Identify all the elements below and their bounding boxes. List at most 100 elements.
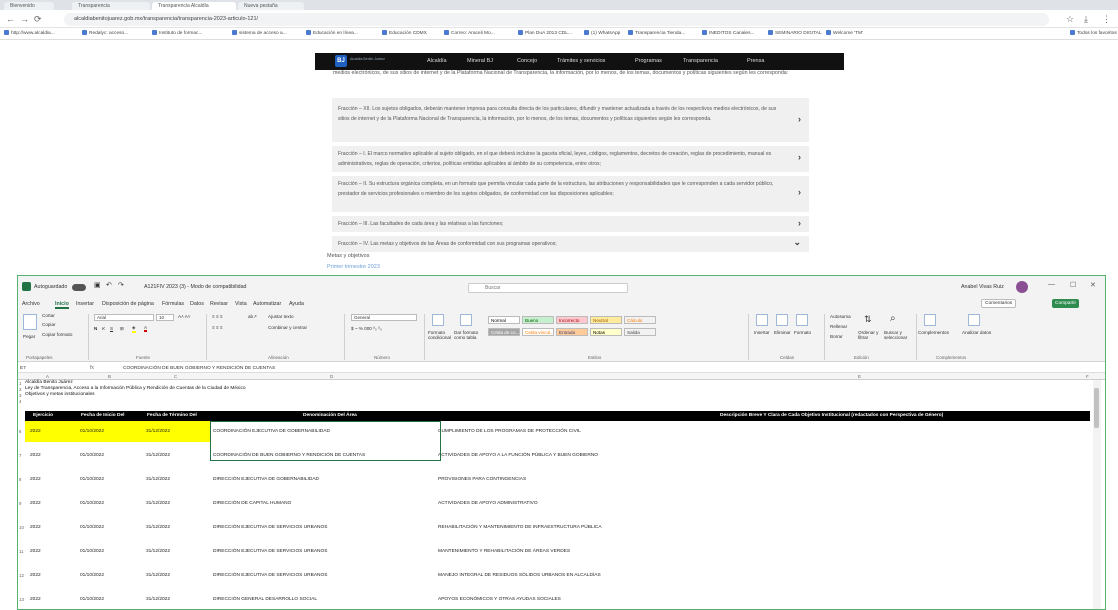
cell-end[interactable]: 31/12/2022	[146, 565, 170, 586]
nav-concejo[interactable]: Concejo	[517, 57, 537, 65]
orientation-icon[interactable]: ab↗	[248, 314, 257, 320]
column-title-ejercicio[interactable]: Ejercicio	[33, 411, 53, 421]
tab-disposicion[interactable]: Disposición de página	[102, 300, 154, 308]
fill-color-icon[interactable]: ◈	[132, 325, 136, 333]
cell-start[interactable]: 01/10/2022	[80, 469, 104, 490]
sort-filter-icon[interactable]: ⇅	[864, 314, 872, 325]
tab-revisar[interactable]: Revisar	[210, 300, 228, 308]
column-header[interactable]: E	[858, 373, 861, 380]
worksheet-grid[interactable]: 1 Alcaldía Benito Juárez 2 Ley de Transp…	[18, 380, 1090, 609]
delete-cells-icon[interactable]	[776, 314, 788, 326]
cell-style-7[interactable]: Entrada	[556, 328, 588, 336]
bookmark[interactable]: Instituto de formac...	[152, 30, 202, 38]
tab-ayuda[interactable]: Ayuda	[289, 300, 304, 308]
avatar[interactable]	[1016, 281, 1028, 293]
back-icon[interactable]: ←	[6, 14, 15, 24]
grow-font-icon[interactable]: A˄ A˅	[178, 314, 191, 319]
cell-end[interactable]: 31/12/2022	[146, 589, 170, 609]
cell-year[interactable]: 2022	[30, 541, 41, 562]
cell-end[interactable]: 31/12/2022	[146, 541, 170, 562]
cell-end[interactable]: 31/12/2022	[146, 445, 170, 466]
bookmark[interactable]: Transparencia Tienda...	[628, 30, 685, 38]
find-select-button[interactable]: Buscar y seleccionar	[884, 330, 910, 340]
addins-icon[interactable]	[924, 314, 936, 326]
cell-style-6[interactable]: Celda vincul...	[522, 328, 554, 336]
browser-tab[interactable]: Transparencia	[72, 2, 150, 10]
trimestre-link[interactable]: Primer trimestre 2023	[327, 264, 380, 270]
merge-center-button[interactable]: Combinar y centrar	[268, 325, 307, 330]
cell-start[interactable]: 01/10/2022	[80, 565, 104, 586]
format-as-table-icon[interactable]	[460, 314, 472, 326]
nav-tramites[interactable]: Trámites y servicios	[557, 57, 605, 65]
star-icon[interactable]: ☆	[1066, 14, 1074, 24]
cell-year[interactable]: 2022	[30, 445, 41, 466]
column-header[interactable]: D	[330, 373, 333, 380]
fx-icon[interactable]: fx	[90, 365, 94, 372]
excel-search-input[interactable]: Buscar	[468, 283, 628, 293]
close-icon[interactable]: ✕	[1090, 281, 1096, 289]
cell-area[interactable]: DIRECCIÓN EJECUTIVA DE GOBERNABILIDAD	[213, 469, 319, 490]
cell-desc[interactable]: MANTENIMIENTO Y REHABILITACIÓN DE ÁREAS …	[438, 541, 570, 562]
border-icon[interactable]: ⊞	[120, 326, 124, 332]
insert-cells-icon[interactable]	[756, 314, 768, 326]
cell-desc[interactable]: CUMPLIMIENTO DE LOS PROGRAMAS DE PROTECC…	[438, 421, 581, 442]
cell-style-1[interactable]: Bueno	[522, 316, 554, 324]
delete-cells-button[interactable]: Eliminar	[774, 330, 791, 335]
bookmark-all[interactable]: Todos los favoritos	[1070, 30, 1117, 38]
accordion-fraccion-ii[interactable]: Fracción – II. Su estructura orgánica co…	[332, 176, 809, 212]
save-icon[interactable]: ▣	[94, 282, 101, 290]
nav-mineral[interactable]: Mineral BJ	[467, 57, 493, 65]
cell-area[interactable]: DIRECCIÓN DE CAPITAL HUMANO	[213, 493, 291, 514]
cut-button[interactable]: Cortar	[42, 313, 55, 318]
bookmark[interactable]: Educación en línea...	[306, 30, 358, 38]
wrap-text-button[interactable]: Ajustar texto	[268, 314, 294, 319]
nav-programas[interactable]: Programas	[635, 57, 662, 65]
bookmark[interactable]: sistema de acceso a...	[232, 30, 287, 38]
nav-alcaldia[interactable]: Alcaldía	[427, 57, 447, 65]
autosave-toggle[interactable]	[72, 284, 86, 291]
tab-datos[interactable]: Datos	[190, 300, 204, 308]
bookmark[interactable]: INEDITOS Canales...	[702, 30, 755, 38]
tab-automatizar[interactable]: Automatizar	[253, 300, 281, 308]
align-top-icon[interactable]: ≡ ≡ ≡	[212, 314, 223, 319]
redo-icon[interactable]: ↷	[118, 282, 124, 290]
cell-style-8[interactable]: Notas	[590, 328, 622, 336]
analyze-data-icon[interactable]	[968, 314, 980, 326]
cell-end[interactable]: 31/12/2022	[146, 517, 170, 538]
format-cells-button[interactable]: Formato	[794, 330, 811, 335]
browser-tab[interactable]: Nueva pestaña	[238, 2, 304, 10]
accordion-fraccion-iii[interactable]: Fracción – III. Las facultades de cada á…	[332, 216, 809, 232]
font-select[interactable]: Arial	[94, 314, 154, 321]
italic-icon[interactable]: K	[102, 326, 105, 331]
cell-style-5[interactable]: Celda de co...	[488, 328, 520, 336]
browser-tab-active[interactable]: Transparencia Alcaldía	[152, 2, 236, 10]
scrollbar-thumb[interactable]	[1094, 388, 1099, 428]
cell-area[interactable]: DIRECCIÓN EJECUTIVA DE SERVICIOS URBANOS	[213, 517, 327, 538]
column-title-descripcion[interactable]: Descripción Breve Y Clara de Cada Objeti…	[720, 411, 943, 421]
cell-year[interactable]: 2022	[30, 517, 41, 538]
sheet-header-line[interactable]: Objetivos y metas institucionales	[25, 392, 95, 398]
cell-start[interactable]: 01/10/2022	[80, 541, 104, 562]
cell-style-4[interactable]: Cálculo	[624, 316, 656, 324]
cell-end[interactable]: 31/12/2022	[146, 469, 170, 490]
cell-style-9[interactable]: Salida	[624, 328, 656, 336]
column-header[interactable]: B	[108, 373, 111, 380]
cell-style-3[interactable]: Neutral	[590, 316, 622, 324]
accordion-fraccion-xii[interactable]: Fracción – XII. Los sujetos obligados, d…	[332, 98, 809, 142]
addins-button[interactable]: Complementos	[918, 330, 949, 335]
column-header[interactable]: C	[174, 373, 177, 380]
cell-desc[interactable]: APOYOS ECONÓMICOS Y OTRAS AYUDAS SOCIALE…	[438, 589, 561, 609]
cell-area[interactable]: DIRECCIÓN GENERAL DESARROLLO SOCIAL	[213, 589, 317, 609]
bookmark[interactable]: Educación CDMX	[382, 30, 427, 38]
format-painter-button[interactable]: Copiar formato	[42, 332, 72, 337]
maximize-icon[interactable]: ☐	[1070, 281, 1076, 289]
download-icon[interactable]: ⤓	[1084, 14, 1088, 24]
column-title-fecha-termino[interactable]: Fecha de Término Del	[147, 411, 197, 421]
format-as-table-button[interactable]: Dar formato como tabla	[454, 330, 482, 340]
bold-icon[interactable]: N	[94, 326, 97, 331]
autosum-button[interactable]: Autosuma	[830, 314, 851, 319]
accordion-fraccion-i[interactable]: Fracción – I. El marco normativo aplicab…	[332, 146, 809, 172]
cell-style-2[interactable]: Incorrecto	[556, 316, 588, 324]
cell-year[interactable]: 2022	[30, 469, 41, 490]
align-left-icon[interactable]: ≡ ≡ ≡	[212, 325, 223, 330]
